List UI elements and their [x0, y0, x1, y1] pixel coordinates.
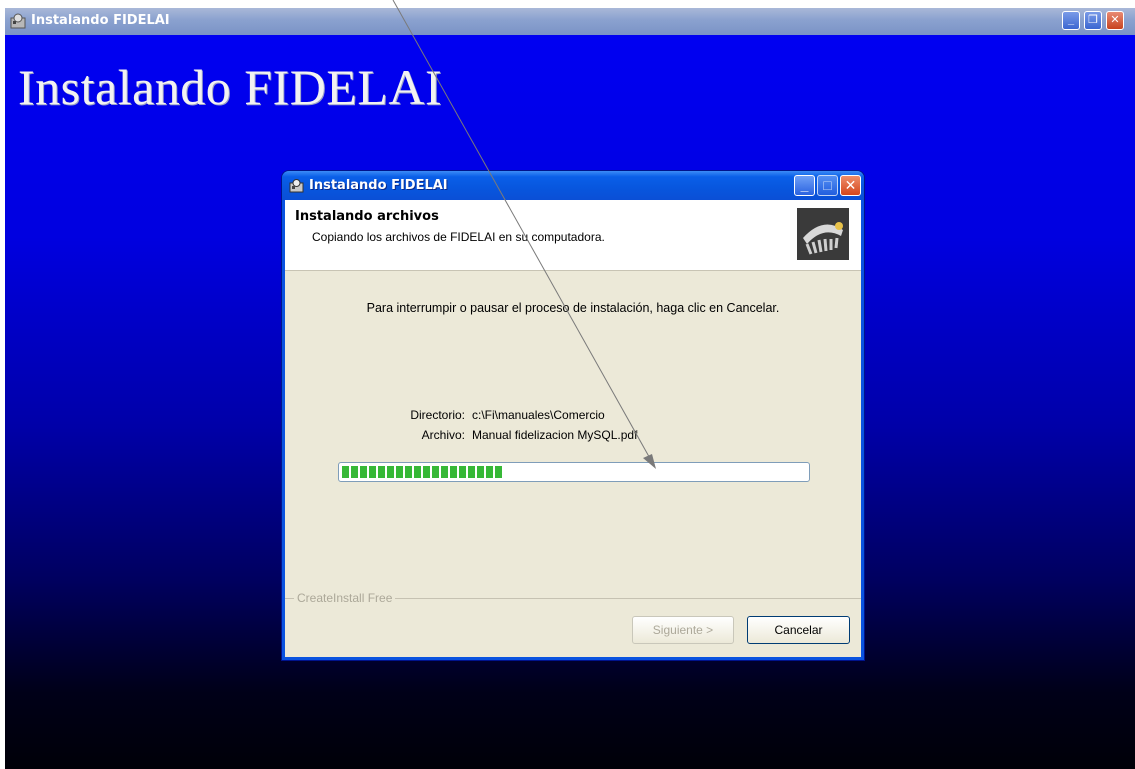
- dialog-title: Instalando FIDELAI: [309, 178, 448, 193]
- file-value: Manual fidelizacion MySQL.pdf: [472, 428, 638, 442]
- install-dialog: Instalando FIDELAI _ □ ✕ Instalando arch…: [282, 171, 864, 660]
- dialog-header: Instalando archivos Copiando los archivo…: [285, 200, 861, 271]
- restore-button[interactable]: ❐: [1084, 11, 1102, 30]
- close-icon: ✕: [1110, 14, 1120, 26]
- installer-logo-icon: [797, 208, 849, 260]
- page-heading: Instalando FIDELAI: [18, 59, 443, 115]
- minimize-icon: _: [1067, 14, 1075, 26]
- maximize-icon: □: [823, 177, 832, 193]
- window-titlebar[interactable]: Instalando FIDELAI _ ❐ ✕: [5, 8, 1135, 35]
- dialog-minimize-button[interactable]: _: [794, 175, 815, 196]
- dialog-close-button[interactable]: ✕: [840, 175, 861, 196]
- dialog-body: Instalando archivos Copiando los archivo…: [285, 200, 861, 657]
- group-label: CreateInstall Free: [294, 591, 396, 605]
- step-subtitle: Copiando los archivos de FIDELAI en su c…: [312, 230, 605, 244]
- directory-label: Directorio:: [410, 408, 465, 422]
- close-button[interactable]: ✕: [1106, 11, 1124, 30]
- minimize-button[interactable]: _: [1062, 11, 1080, 30]
- restore-icon: ❐: [1088, 14, 1098, 26]
- next-button[interactable]: Siguiente >: [632, 616, 734, 644]
- close-icon: ✕: [844, 177, 857, 193]
- step-title: Instalando archivos: [295, 209, 439, 224]
- progress-bar: [338, 462, 810, 482]
- installer-icon: [10, 13, 26, 29]
- directory-value: c:\Fi\manuales\Comercio: [472, 408, 605, 422]
- progress-fill: [342, 466, 504, 478]
- dialog-titlebar[interactable]: Instalando FIDELAI _ □ ✕: [282, 171, 864, 200]
- instruction-text: Para interrumpir o pausar el proceso de …: [366, 301, 780, 315]
- file-label: Archivo:: [421, 428, 465, 442]
- installer-icon: [289, 179, 304, 193]
- minimize-icon: _: [800, 177, 809, 193]
- cancel-button[interactable]: Cancelar: [747, 616, 850, 644]
- dialog-maximize-button[interactable]: □: [817, 175, 838, 196]
- window-title: Instalando FIDELAI: [31, 13, 170, 28]
